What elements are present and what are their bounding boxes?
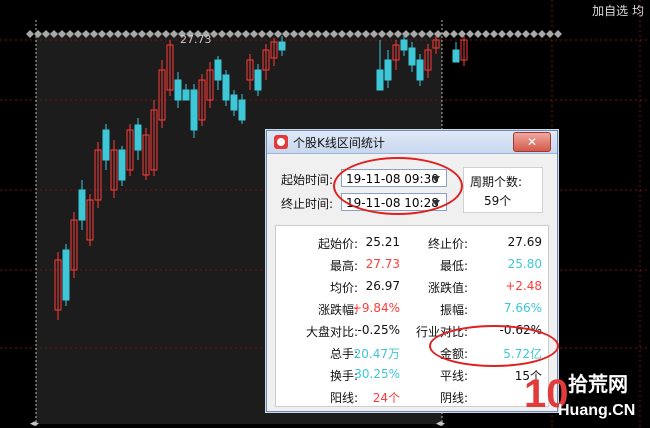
candle-body [384, 59, 392, 81]
candle-body [452, 49, 460, 63]
stat-label: 起始价: [317, 237, 358, 251]
stats-row: 阳线: 24个 阴线: [276, 386, 548, 408]
stat-label: 阴线: [439, 391, 468, 405]
candle-body [62, 249, 70, 301]
close-icon[interactable]: ✕ [513, 132, 551, 152]
stat-label: 终止价: [427, 237, 468, 251]
range-end-marker: ◂▸ [30, 419, 40, 428]
stats-row: 最高: 27.73 最低: 25.80 [276, 254, 548, 276]
stat-label: 大盘对比: [305, 325, 358, 339]
stat-label: 均价: [329, 281, 358, 295]
range-marker [522, 30, 530, 38]
high-price-label: 27.73 [180, 33, 212, 46]
range-marker [26, 30, 34, 38]
stats-row: 涨跌幅: +9.84% 振幅: 7.66% [276, 298, 548, 320]
range-marker [498, 30, 506, 38]
highlight-circle-amount [429, 325, 559, 367]
candle-body [400, 39, 408, 51]
stat-value: 25.21 [365, 235, 400, 249]
candle-body [102, 129, 110, 161]
candle-body [238, 99, 246, 121]
stat-label: 最低: [439, 259, 468, 273]
watermark-text: 拾荒网 [568, 372, 628, 396]
stat-value: 27.73 [365, 257, 400, 271]
stat-label: 振幅: [439, 303, 468, 317]
dialog-titlebar[interactable]: 个股K线区间统计 ✕ [267, 131, 557, 154]
range-marker [474, 30, 482, 38]
stat-value: 26.97 [365, 279, 400, 293]
candle-body [278, 41, 286, 51]
range-marker [458, 30, 466, 38]
stat-label: 平线: [439, 369, 468, 383]
stat-label: 阳线: [329, 391, 358, 405]
stat-value: +9.84% [351, 301, 400, 315]
candle-body [214, 59, 222, 81]
dialog-title: 个股K线区间统计 [293, 136, 385, 150]
candle-body [182, 89, 190, 101]
candle-body [134, 124, 142, 151]
app-icon [274, 135, 288, 149]
stat-value: 30.25% [354, 367, 400, 381]
period-count-box: 周期个数: 59个 [463, 167, 543, 213]
range-marker [514, 30, 522, 38]
stat-value: -0.25% [357, 323, 400, 337]
candle-body [174, 79, 182, 101]
candle-body [78, 189, 86, 221]
range-marker [554, 30, 562, 38]
stat-value: 24个 [372, 391, 400, 405]
stat-value: 20.47万 [353, 347, 400, 361]
range-marker [538, 30, 546, 38]
range-marker [442, 30, 450, 38]
end-time-label: 终止时间: [281, 197, 334, 211]
range-marker [450, 30, 458, 38]
range-marker [546, 30, 554, 38]
candle-body [416, 59, 424, 81]
range-marker [530, 30, 538, 38]
stats-row: 均价: 26.97 涨跌值: +2.48 [276, 276, 548, 298]
watermark-logo: 10 拾荒网 Huang.CN [524, 368, 648, 426]
candle-body [408, 47, 416, 66]
range-marker [466, 30, 474, 38]
range-marker [506, 30, 514, 38]
period-count-label: 周期个数: [470, 175, 523, 189]
highlight-circle-time [333, 157, 463, 215]
stats-row: 起始价: 25.21 终止价: 27.69 [276, 232, 548, 254]
stat-label: 涨跌值: [427, 281, 468, 295]
candle-body [190, 89, 198, 131]
add-watchlist-button[interactable]: 加自选 均 [592, 2, 644, 19]
watermark-domain: Huang.CN [558, 402, 636, 419]
candle-body [118, 149, 126, 181]
candle-body [376, 69, 384, 91]
stat-value: 25.80 [507, 257, 542, 271]
range-marker [490, 30, 498, 38]
start-time-label: 起始时间: [281, 173, 334, 187]
stats-panel: 起始价: 25.21 终止价: 27.69 最高: 27.73 最低: 25.80 均价: 26.… [275, 225, 549, 407]
stats-row: 换手: 30.25% 平线: 15个 [276, 364, 548, 386]
period-count-value: 59个 [484, 194, 512, 208]
candle-body [222, 74, 230, 101]
candle-body [254, 69, 262, 91]
stat-value: 27.69 [507, 235, 542, 249]
range-marker [482, 30, 490, 38]
stat-value: +2.48 [505, 279, 542, 293]
interval-stats-dialog: 个股K线区间统计 ✕ 起始时间: 19-11-08 09:30 终止时间: 19… [266, 130, 559, 412]
stat-label: 最高: [329, 259, 358, 273]
stat-value: 7.66% [503, 301, 542, 315]
candle-body [230, 94, 238, 111]
range-end-marker: ◂▸ [436, 419, 446, 428]
